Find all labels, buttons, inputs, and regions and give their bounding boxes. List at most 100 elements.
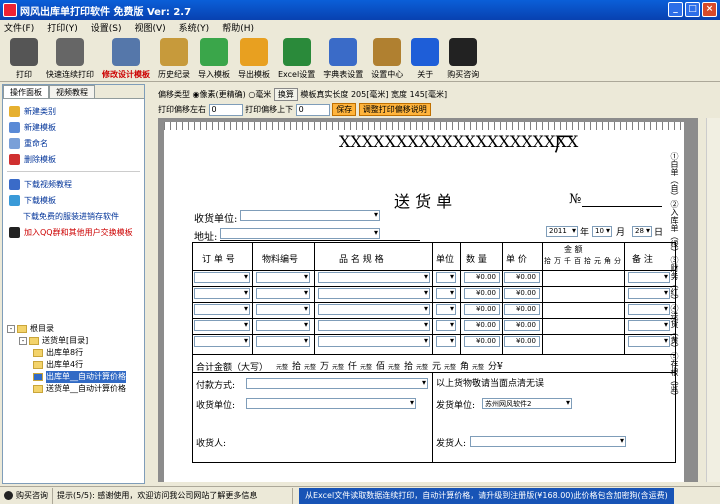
tab-operations[interactable]: 操作面板 <box>3 85 49 98</box>
rename-item[interactable]: 重命名 <box>3 135 144 151</box>
menu-settings[interactable]: 设置(S) <box>91 21 122 34</box>
maximize-button[interactable]: □ <box>685 2 700 17</box>
table-cell-select[interactable] <box>256 304 310 315</box>
table-cell-select[interactable] <box>436 320 456 331</box>
table-column-line <box>542 242 543 354</box>
toolbar-address-book-button[interactable]: 字典表设置 <box>319 34 367 80</box>
left-panel: 操作面板 视频教程 新建类别 新建模板 重命名 删除模板 下载视频教程 下载模板… <box>2 84 145 484</box>
purchase-consult-button[interactable]: 购买咨询 <box>0 487 53 504</box>
table-column-line <box>460 242 461 354</box>
table-cell-select[interactable] <box>194 320 250 331</box>
table-cell-select[interactable] <box>256 272 310 283</box>
toolbar-info-button[interactable]: 关于 <box>407 34 443 80</box>
table-cell-select[interactable] <box>436 288 456 299</box>
company-name-field[interactable]: XXXXXXXXXXXXXXXXXXXXX <box>339 132 578 151</box>
toolbar-qq-penguin-button[interactable]: 购买咨询 <box>443 34 483 80</box>
table-cell-select[interactable] <box>436 304 456 315</box>
payment-select[interactable] <box>246 378 428 389</box>
radio-pixel[interactable]: ◉ <box>193 90 200 99</box>
table-cell-select[interactable] <box>318 272 430 283</box>
upgrade-promo[interactable]: 从Excel文件读取数据连续打印，自动计算价格，请升级到注册版(¥168.00)… <box>299 487 674 504</box>
table-amount-cell[interactable]: ¥0.00 <box>504 336 540 347</box>
toolbar-printer-button[interactable]: 打印 <box>6 34 42 80</box>
table-amount-cell[interactable]: ¥0.00 <box>504 272 540 283</box>
table-cell-select[interactable] <box>256 336 310 347</box>
new-template-item[interactable]: 新建模板 <box>3 119 144 135</box>
day-select[interactable]: 28 <box>632 226 652 237</box>
offset-left-right-input[interactable]: 0 <box>208 103 243 116</box>
table-cell-select[interactable] <box>436 336 456 347</box>
remark-input[interactable] <box>628 272 670 283</box>
table-cell-select[interactable] <box>194 336 250 347</box>
table-cell-select[interactable] <box>318 304 430 315</box>
table-amount-cell[interactable]: ¥0.00 <box>464 288 500 299</box>
table-cell-select[interactable] <box>318 320 430 331</box>
tree-item[interactable]: 出库单4行 <box>7 359 126 371</box>
offset-up-down-input[interactable]: 0 <box>295 103 330 116</box>
minimize-button[interactable]: _ <box>668 2 683 17</box>
receiver-unit-input[interactable] <box>240 210 380 221</box>
tab-video-tutorial[interactable]: 视频教程 <box>49 85 95 98</box>
download-video-item[interactable]: 下载视频教程 <box>3 176 144 192</box>
month-select[interactable]: 10 <box>592 226 612 237</box>
sender-select[interactable] <box>470 436 626 447</box>
table-amount-cell[interactable]: ¥0.00 <box>464 272 500 283</box>
toolbar-design-ruler-button[interactable]: 修改设计模板 <box>98 34 154 80</box>
remark-input[interactable] <box>628 336 670 347</box>
join-qq-group-item[interactable]: 加入QQ群和其他用户交换模板 <box>3 224 144 240</box>
free-software-link[interactable]: 下载免费的服装进销存软件 <box>3 208 144 224</box>
convert-button[interactable]: 换算 <box>273 88 298 101</box>
table-cell-select[interactable] <box>318 336 430 347</box>
table-amount-cell[interactable]: ¥0.00 <box>504 288 540 299</box>
table-cell-select[interactable] <box>194 288 250 299</box>
year-select[interactable]: 2011 <box>546 226 578 237</box>
table-cell-select[interactable] <box>256 288 310 299</box>
menu-help[interactable]: 帮助(H) <box>222 21 254 34</box>
folder-icon <box>33 349 43 357</box>
menu-print[interactable]: 打印(Y) <box>47 21 78 34</box>
menu-file[interactable]: 文件(F) <box>4 21 34 34</box>
toolbar-export-arrow-button[interactable]: 导出模板 <box>234 34 274 80</box>
new-category-item[interactable]: 新建类别 <box>3 103 144 119</box>
tree-group[interactable]: - 送货单[目录] <box>7 335 126 347</box>
table-cell-select[interactable] <box>318 288 430 299</box>
toolbar-fast-print-button[interactable]: 快速连续打印 <box>42 34 98 80</box>
save-button[interactable]: 保存 <box>332 103 357 116</box>
toolbar-history-button[interactable]: 历史纪录 <box>154 34 194 80</box>
qq-penguin-icon <box>9 226 20 238</box>
download-template-item[interactable]: 下载模板 <box>3 192 144 208</box>
sender-unit-input[interactable]: 苏州网风软件2 <box>482 398 572 409</box>
table-cell-select[interactable] <box>256 320 310 331</box>
table-cell-select[interactable] <box>194 272 250 283</box>
payment-label: 付款方式: <box>196 381 236 391</box>
remark-input[interactable] <box>628 320 670 331</box>
table-amount-cell[interactable]: ¥0.00 <box>464 320 500 331</box>
tree-root[interactable]: - 根目录 <box>7 323 126 335</box>
template-canvas[interactable]: XXXXXXXXXXXXXXXXXXXXX 厂 送 货 单 № 收货单位: 地址… <box>158 118 698 482</box>
total-amount-word: 角 <box>460 362 470 372</box>
factory-label: 厂 <box>554 132 574 156</box>
toolbar-excel-button[interactable]: Excel设置 <box>274 34 319 80</box>
vertical-scrollbar[interactable] <box>706 118 720 482</box>
table-cell-select[interactable] <box>436 272 456 283</box>
table-amount-cell[interactable]: ¥0.00 <box>464 304 500 315</box>
ruler <box>164 122 684 130</box>
remark-input[interactable] <box>628 288 670 299</box>
menu-system[interactable]: 系统(Y) <box>179 21 210 34</box>
delete-template-item[interactable]: 删除模板 <box>3 151 144 167</box>
tree-item[interactable]: 出库单8行 <box>7 347 126 359</box>
tree-item[interactable]: 送货单__自动计算价格 <box>7 383 126 395</box>
menu-view[interactable]: 视图(V) <box>134 21 165 34</box>
close-button[interactable]: × <box>702 2 717 17</box>
toolbar-import-arrow-button[interactable]: 导入模板 <box>194 34 234 80</box>
toolbar-tools-button[interactable]: 设置中心 <box>367 34 407 80</box>
adjust-offset-help-button[interactable]: 调整打印偏移说明 <box>358 103 431 116</box>
tree-item-selected[interactable]: 出库单__自动计算价格 <box>7 371 126 383</box>
table-cell-select[interactable] <box>194 304 250 315</box>
table-amount-cell[interactable]: ¥0.00 <box>504 320 540 331</box>
table-amount-cell[interactable]: ¥0.00 <box>464 336 500 347</box>
address-input[interactable] <box>220 228 380 239</box>
receiver-unit2-select[interactable] <box>246 398 416 409</box>
remark-input[interactable] <box>628 304 670 315</box>
table-amount-cell[interactable]: ¥0.00 <box>504 304 540 315</box>
